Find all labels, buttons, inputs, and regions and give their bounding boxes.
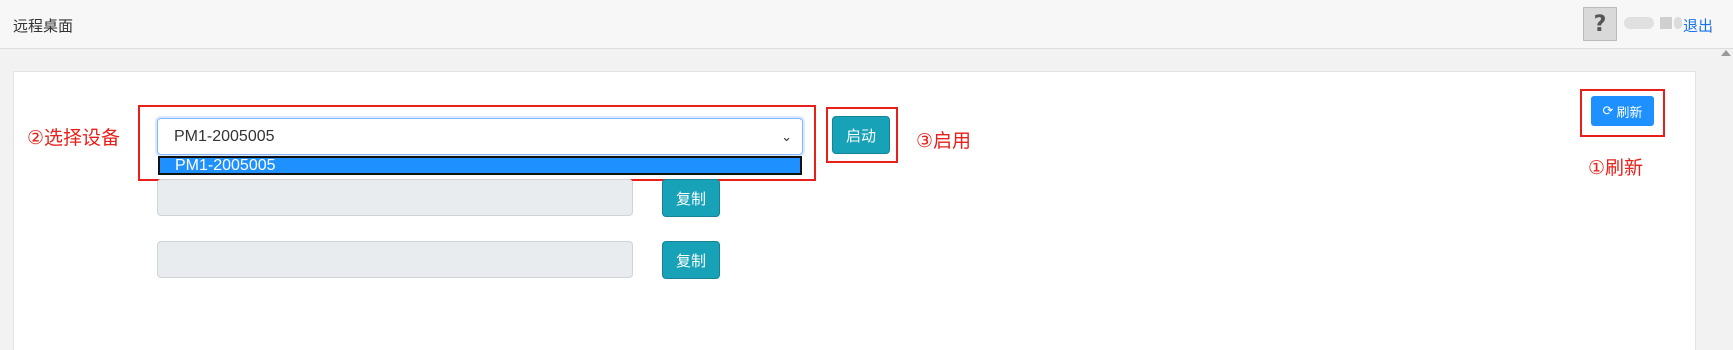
start-button[interactable]: 启动 — [832, 116, 890, 154]
annotation-enable: ③启用 — [916, 131, 972, 152]
copy-button[interactable]: 复制 — [662, 179, 720, 217]
start-button-label: 启动 — [845, 127, 876, 145]
logout-link[interactable]: 退出 — [1683, 15, 1713, 36]
chevron-down-icon: ⌄ — [781, 129, 792, 144]
refresh-button[interactable]: ⟳ 刷新 — [1591, 96, 1654, 126]
refresh-icon: ⟳ — [1602, 103, 1614, 118]
device-select-value: PM1-2005005 — [174, 128, 275, 145]
copy-button-label: 复制 — [675, 190, 706, 208]
refresh-button-label: 刷新 — [1616, 104, 1643, 120]
username-redacted — [1624, 15, 1682, 29]
device-select[interactable]: PM1-2005005 ⌄ — [157, 118, 803, 155]
copy-button-label: 复制 — [675, 252, 706, 270]
scroll-up-icon[interactable] — [1721, 50, 1731, 56]
password-field[interactable] — [157, 241, 633, 278]
address-field[interactable] — [157, 179, 633, 216]
copy-button[interactable]: 复制 — [662, 241, 720, 279]
avatar[interactable]: ? — [1583, 7, 1617, 41]
page-title: 远程桌面 — [13, 18, 74, 35]
annotation-select-device: ②选择设备 — [27, 128, 121, 149]
top-bar: 远程桌面 ? 退出 — [0, 0, 1733, 49]
annotation-refresh: ①刷新 — [1588, 158, 1644, 179]
device-option-selected[interactable]: PM1-2005005 — [158, 156, 802, 175]
user-silhouette-icon: ? — [1593, 11, 1607, 37]
